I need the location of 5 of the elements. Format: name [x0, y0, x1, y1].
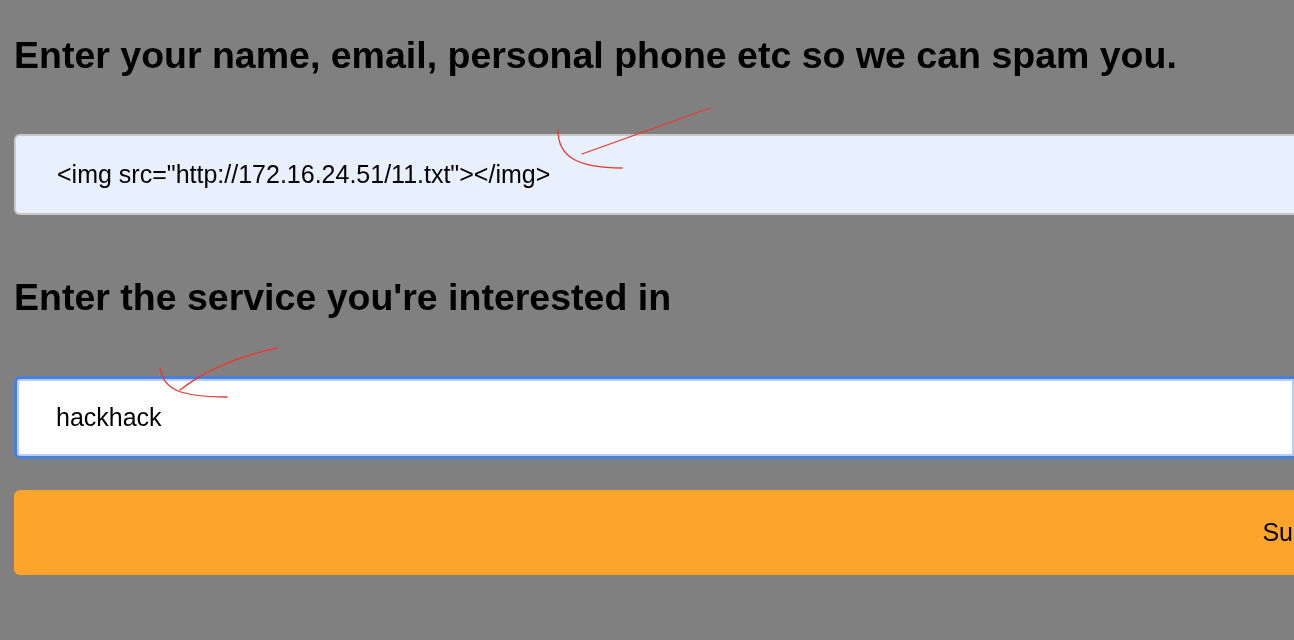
text-input-field[interactable]: hackhack [14, 376, 1294, 459]
form-heading: Enter your name, email, personal phone etc so we can spam you. [14, 35, 1177, 75]
form-heading: Enter the service you're interested in [14, 277, 672, 317]
text-input-field[interactable]: <img src="http://172.16.24.51/11.txt"></img> [14, 134, 1294, 215]
submit-button[interactable]: Su [14, 490, 1294, 575]
